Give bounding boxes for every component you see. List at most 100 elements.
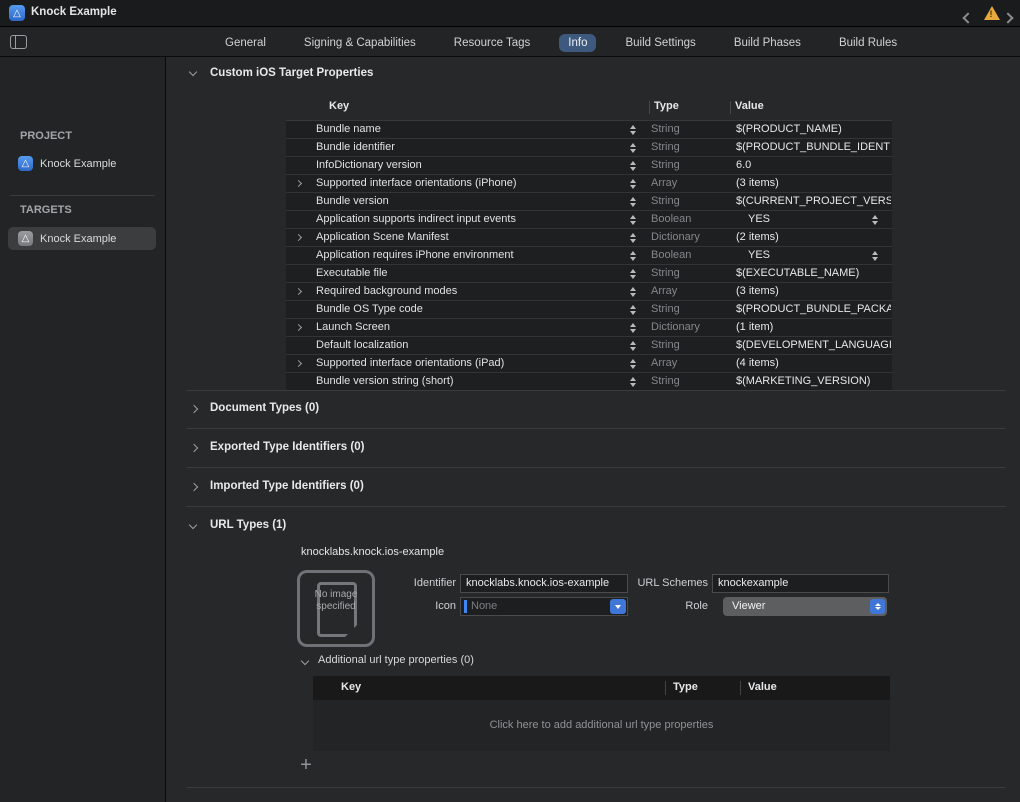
property-value[interactable]: $(MARKETING_VERSION): [736, 373, 891, 390]
key-stepper-icon[interactable]: [630, 377, 636, 387]
table-row[interactable]: Application Scene ManifestDictionary(2 i…: [286, 229, 892, 247]
disclosure-chevron-icon[interactable]: [295, 180, 302, 187]
key-stepper-icon[interactable]: [630, 359, 636, 369]
back-button[interactable]: [964, 9, 972, 27]
property-value[interactable]: $(EXECUTABLE_NAME): [736, 265, 891, 282]
table-row[interactable]: Application requires iPhone environmentB…: [286, 247, 892, 265]
chevron-right-icon[interactable]: [190, 405, 198, 413]
table-row[interactable]: InfoDictionary versionString6.0: [286, 157, 892, 175]
table-row[interactable]: Bundle OS Type codeString$(PRODUCT_BUNDL…: [286, 301, 892, 319]
table-row[interactable]: Bundle versionString$(CURRENT_PROJECT_VE…: [286, 193, 892, 211]
project-sidebar: PROJECT △ Knock Example TARGETS △ Knock …: [0, 57, 165, 802]
chevron-down-icon[interactable]: [301, 657, 309, 665]
table-row[interactable]: Launch ScreenDictionary(1 item): [286, 319, 892, 337]
property-key: Required background modes: [316, 283, 457, 300]
property-value[interactable]: (1 item): [736, 319, 891, 336]
sidebar-item-project[interactable]: △ Knock Example: [18, 156, 116, 171]
property-value[interactable]: YES: [748, 211, 903, 228]
section-url-types[interactable]: URL Types (1): [210, 519, 286, 531]
key-stepper-icon[interactable]: [630, 269, 636, 279]
column-divider[interactable]: [665, 681, 666, 695]
table-row[interactable]: Bundle version string (short)String$(MAR…: [286, 373, 892, 391]
role-popup-button[interactable]: Viewer: [723, 597, 887, 616]
custom-properties-section-title[interactable]: Custom iOS Target Properties: [210, 67, 373, 79]
property-value[interactable]: $(PRODUCT_NAME): [736, 121, 891, 138]
tab-build-settings[interactable]: Build Settings: [616, 34, 704, 52]
column-divider[interactable]: [740, 681, 741, 695]
table-row[interactable]: Bundle nameString$(PRODUCT_NAME): [286, 121, 892, 139]
key-stepper-icon[interactable]: [630, 341, 636, 351]
disclosure-chevron-icon[interactable]: [295, 324, 302, 331]
property-value[interactable]: $(DEVELOPMENT_LANGUAGI: [736, 337, 891, 354]
additional-table-empty-area[interactable]: Click here to add additional url type pr…: [313, 700, 890, 751]
disclosure-chevron-icon[interactable]: [295, 288, 302, 295]
table-row[interactable]: Default localizationString$(DEVELOPMENT_…: [286, 337, 892, 355]
chevron-down-icon[interactable]: [189, 521, 197, 529]
down-arrow-icon: [630, 239, 636, 243]
key-stepper-icon[interactable]: [630, 197, 636, 207]
table-row[interactable]: Required background modesArray(3 items): [286, 283, 892, 301]
additional-properties-title[interactable]: Additional url type properties (0): [318, 654, 474, 666]
property-value[interactable]: 6.0: [736, 157, 891, 174]
property-key: Application supports indirect input even…: [316, 211, 516, 228]
property-value[interactable]: $(PRODUCT_BUNDLE_IDENT: [736, 139, 891, 156]
key-stepper-icon[interactable]: [630, 161, 636, 171]
chevron-right-icon[interactable]: [190, 483, 198, 491]
value-stepper-icon[interactable]: [872, 215, 878, 225]
up-arrow-icon: [630, 341, 636, 345]
key-stepper-icon[interactable]: [630, 179, 636, 189]
sidebar-item-target-selected[interactable]: △ Knock Example: [8, 227, 156, 250]
down-arrow-icon: [630, 149, 636, 153]
property-value[interactable]: YES: [748, 247, 903, 264]
forward-button[interactable]: [1004, 9, 1012, 27]
key-stepper-icon[interactable]: [630, 125, 636, 135]
property-value[interactable]: $(CURRENT_PROJECT_VERS: [736, 193, 891, 210]
key-stepper-icon[interactable]: [630, 233, 636, 243]
property-value[interactable]: (4 items): [736, 355, 891, 372]
tab-build-rules[interactable]: Build Rules: [830, 34, 906, 52]
down-arrow-icon: [630, 185, 636, 189]
key-stepper-icon[interactable]: [630, 305, 636, 315]
section-exported-type-identifiers[interactable]: Exported Type Identifiers (0): [210, 441, 364, 453]
url-schemes-input[interactable]: knockexample: [712, 574, 889, 593]
table-row[interactable]: Executable fileString$(EXECUTABLE_NAME): [286, 265, 892, 283]
tab-general[interactable]: General: [216, 34, 275, 52]
column-divider[interactable]: [649, 101, 650, 114]
warning-icon[interactable]: !: [984, 6, 1000, 20]
key-stepper-icon[interactable]: [630, 143, 636, 153]
tab-resource-tags[interactable]: Resource Tags: [445, 34, 540, 52]
add-url-type-button[interactable]: +: [297, 754, 315, 777]
icon-value: None: [471, 598, 497, 615]
down-arrow-icon: [630, 383, 636, 387]
key-stepper-icon[interactable]: [630, 323, 636, 333]
key-stepper-icon[interactable]: [630, 215, 636, 225]
table-row[interactable]: Supported interface orientations (iPhone…: [286, 175, 892, 193]
down-arrow-icon: [872, 221, 878, 225]
chevron-right-icon[interactable]: [190, 444, 198, 452]
target-icon: △: [18, 231, 33, 246]
disclosure-chevron-icon[interactable]: [295, 360, 302, 367]
key-stepper-icon[interactable]: [630, 287, 636, 297]
column-divider[interactable]: [730, 101, 731, 114]
down-arrow-icon: [872, 257, 878, 261]
property-value[interactable]: $(PRODUCT_BUNDLE_PACKA: [736, 301, 891, 318]
key-stepper-icon[interactable]: [630, 251, 636, 261]
section-document-types[interactable]: Document Types (0): [210, 402, 319, 414]
tab-signing-capabilities[interactable]: Signing & Capabilities: [295, 34, 425, 52]
property-key: Bundle name: [316, 121, 381, 138]
section-separator: [186, 506, 1006, 507]
value-stepper-icon[interactable]: [872, 251, 878, 261]
section-imported-type-identifiers[interactable]: Imported Type Identifiers (0): [210, 480, 364, 492]
table-row[interactable]: Supported interface orientations (iPad)A…: [286, 355, 892, 373]
property-value[interactable]: (3 items): [736, 283, 891, 300]
sidebar-toggle-icon[interactable]: [10, 35, 27, 49]
table-row[interactable]: Bundle identifierString$(PRODUCT_BUNDLE_…: [286, 139, 892, 157]
disclosure-chevron-icon[interactable]: [295, 234, 302, 241]
property-value[interactable]: (3 items): [736, 175, 891, 192]
property-value[interactable]: (2 items): [736, 229, 891, 246]
chevron-down-icon[interactable]: [189, 68, 197, 76]
tab-info[interactable]: Info: [559, 34, 596, 52]
tab-build-phases[interactable]: Build Phases: [725, 34, 810, 52]
table-row[interactable]: Application supports indirect input even…: [286, 211, 892, 229]
url-type-name: knocklabs.knock.ios-example: [301, 546, 444, 558]
